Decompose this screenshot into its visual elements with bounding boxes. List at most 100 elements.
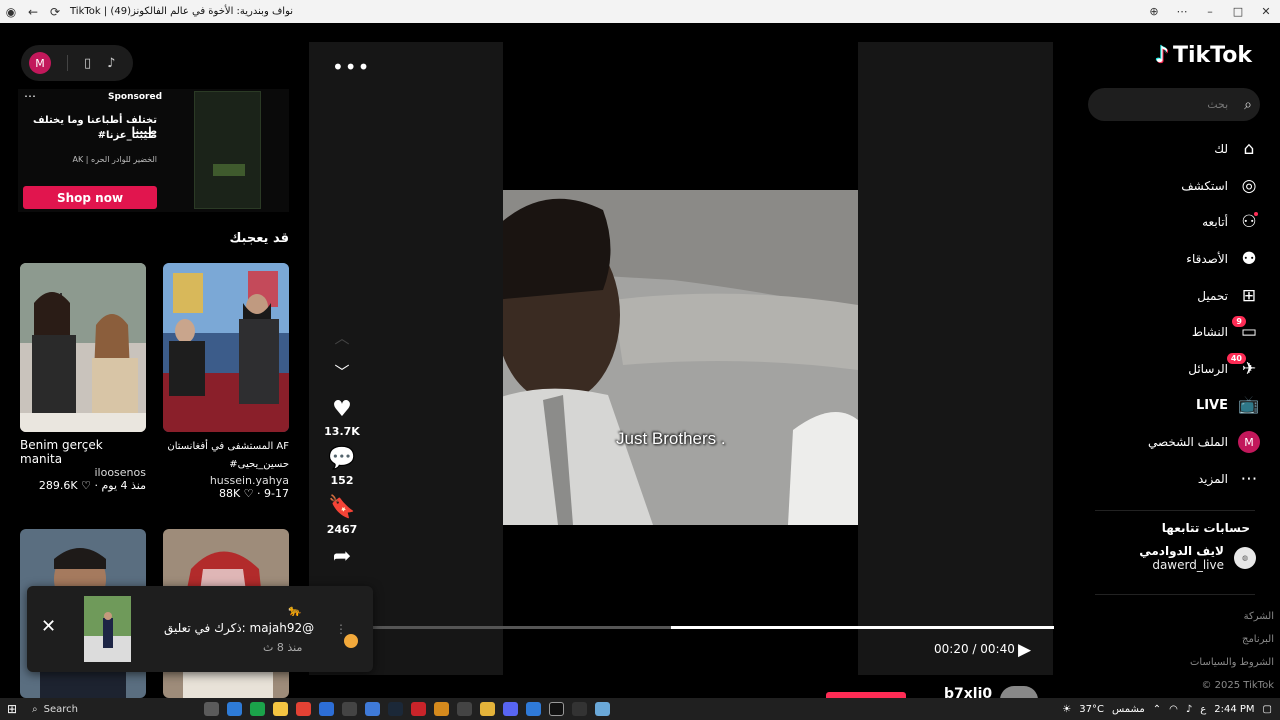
search-placeholder[interactable]: بحث [1207,98,1228,111]
video-thumbnail[interactable] [20,263,146,432]
account-handle: dawerd_live [1152,558,1224,572]
suggested-video-card[interactable]: المستشفى في أفغانستان AF #حسين_يحيى huss… [163,263,289,500]
nav-item-following[interactable]: أتابعه ⚇ [1100,204,1260,241]
zoom-icon[interactable]: ⊕ [1140,0,1168,23]
app-icon[interactable] [595,702,610,716]
nav-item-upload[interactable]: تحميل ⊞ [1100,277,1260,314]
sponsored-ad[interactable]: ⋯ Sponsored تختلف أطباعنا وما يختلف طيبن… [18,89,289,212]
tiktok-logo[interactable]: ♪ TikTok [1155,43,1252,68]
like-action[interactable]: ♥ 13.7K [322,397,362,438]
language-indicator[interactable]: ع [1200,704,1206,715]
wifi-icon[interactable]: ◠ [1169,704,1178,715]
nav-label: لك [1214,142,1228,157]
comment-action[interactable]: 💬 152 [322,446,362,487]
footer-link-terms[interactable]: الشروط والسياسات [1190,651,1274,674]
app-icon[interactable] [434,702,449,716]
tiktok-small-icon[interactable]: ♪ [107,56,115,71]
weather-icon[interactable]: ☀ [1062,704,1071,715]
app-icon[interactable] [365,702,380,716]
nav-label: استكشف [1181,178,1228,193]
clock[interactable]: 2:44 PM [1214,704,1254,715]
next-video-username[interactable]: b7xli0 [944,686,992,698]
shop-now-button[interactable]: Shop now [23,186,157,209]
app-icon[interactable] [457,702,472,716]
next-video-avatar[interactable] [1000,686,1038,698]
app-icon[interactable] [480,702,495,716]
discord-icon[interactable] [503,702,518,716]
notification-time: منذ 8 ث [263,641,303,654]
bookmark-icon[interactable]: 🔖 [322,495,362,521]
volume-icon[interactable]: ♪ [1186,704,1192,715]
file-explorer-icon[interactable] [273,702,288,716]
user-avatar[interactable]: M [29,52,51,74]
card-author[interactable]: iloosenos [20,466,146,479]
maximize-button[interactable]: □ [1224,0,1252,23]
system-tray: ☀ 37°C مشمس ⌃ ◠ ♪ ع 2:44 PM ▢ [1062,698,1272,720]
nav-item-foryou[interactable]: لك ⌂ [1100,131,1260,168]
app-icon[interactable] [342,702,357,716]
chrome-icon[interactable] [296,702,311,716]
app-icon[interactable] [526,702,541,716]
windows-start-icon[interactable]: ⊞ [0,702,24,716]
notification-thumbnail[interactable] [84,596,131,662]
copilot-icon[interactable] [227,702,242,716]
notifications-icon[interactable]: ▢ [1263,704,1272,715]
nav-item-messages[interactable]: الرسائل ✈ 40 [1100,351,1260,388]
following-account[interactable]: لايف الدوادمي dawerd_live ◍ [1139,544,1256,572]
task-view-icon[interactable] [204,702,219,716]
share-icon[interactable]: ➦ [322,544,362,570]
next-video-icon[interactable]: ﹀ [322,355,362,389]
account-name: لايف الدوادمي [1139,544,1224,558]
previous-video-icon[interactable]: ︿ [322,321,362,355]
minimize-button[interactable]: – [1196,0,1224,23]
close-window-button[interactable]: ✕ [1252,0,1280,23]
phone-icon[interactable]: ▯ [84,56,91,71]
nav-item-profile[interactable]: الملف الشخصي M [1100,424,1260,461]
app-icon[interactable] [319,702,334,716]
notification-more-icon[interactable]: ⋮ [335,622,347,636]
activity-badge: 9 [1232,315,1246,327]
video-more-icon[interactable]: ••• [332,55,370,79]
nav-item-live[interactable]: LIVE 📺 [1100,387,1260,424]
logo-text: TikTok [1172,43,1252,68]
save-action[interactable]: 🔖 2467 [322,495,362,536]
tiktok-taskbar-icon[interactable] [549,702,564,716]
video-frame[interactable] [503,190,858,525]
friends-icon: ⚉ [1241,249,1257,270]
search-box[interactable]: بحث ⌕ [1088,88,1260,121]
close-icon[interactable]: ✕ [41,616,56,637]
action-column: ︿ ﹀ ♥ 13.7K 💬 152 🔖 2467 ➦ [322,321,362,570]
browser-tab-title: TikTok | نواف وبندرية: الأخوة في عالم ال… [70,6,294,17]
suggested-video-card[interactable]: Benim gerçek manita iloosenos 289.6K ♡ ·… [20,263,146,492]
tray-expand-icon[interactable]: ⌃ [1153,704,1161,715]
nav-item-more[interactable]: المزيد ⋯ [1100,460,1260,497]
card-title[interactable]: المستشفى في أفغانستان AF #حسين_يحيى [163,438,289,474]
footer-link-program[interactable]: البرنامج [1190,628,1274,651]
footer-link-company[interactable]: الشركة [1190,605,1274,628]
video-progress-bar[interactable] [370,626,1054,629]
menu-icon[interactable]: ⋯ [1168,0,1196,23]
search-icon[interactable]: ⌕ [1244,97,1252,113]
refresh-icon[interactable]: ⟳ [44,0,66,23]
upload-icon: ⊞ [1241,285,1257,306]
play-icon[interactable]: ▶ [1018,640,1031,660]
video-thumbnail[interactable] [163,263,289,432]
share-action[interactable]: ➦ [322,544,362,570]
ad-more-icon[interactable]: ⋯ [24,89,36,103]
comment-icon[interactable]: 💬 [322,446,362,472]
nav-item-explore[interactable]: استكشف ◎ [1100,168,1260,205]
heart-icon[interactable]: ♥ [322,397,362,423]
app-icon[interactable] [572,702,587,716]
card-title[interactable]: Benim gerçek manita [20,438,146,466]
app-icon[interactable] [411,702,426,716]
suggested-heading: قد يعجبك [229,231,289,246]
nav-item-friends[interactable]: الأصدقاء ⚉ [1100,241,1260,278]
nav-item-activity[interactable]: النشاط ▭ 9 [1100,314,1260,351]
edge-icon[interactable] [250,702,265,716]
back-icon[interactable]: ← [22,0,44,23]
taskbar-search[interactable]: ⌕ Search [24,704,194,715]
card-author[interactable]: hussein.yahya [163,474,289,487]
mention-notification[interactable]: ✕ 🐆 ذكرك في تعليق: majah92@ منذ 8 ث ⋮ [27,586,373,672]
steam-icon[interactable] [388,702,403,716]
ad-thumbnail[interactable] [194,91,261,209]
